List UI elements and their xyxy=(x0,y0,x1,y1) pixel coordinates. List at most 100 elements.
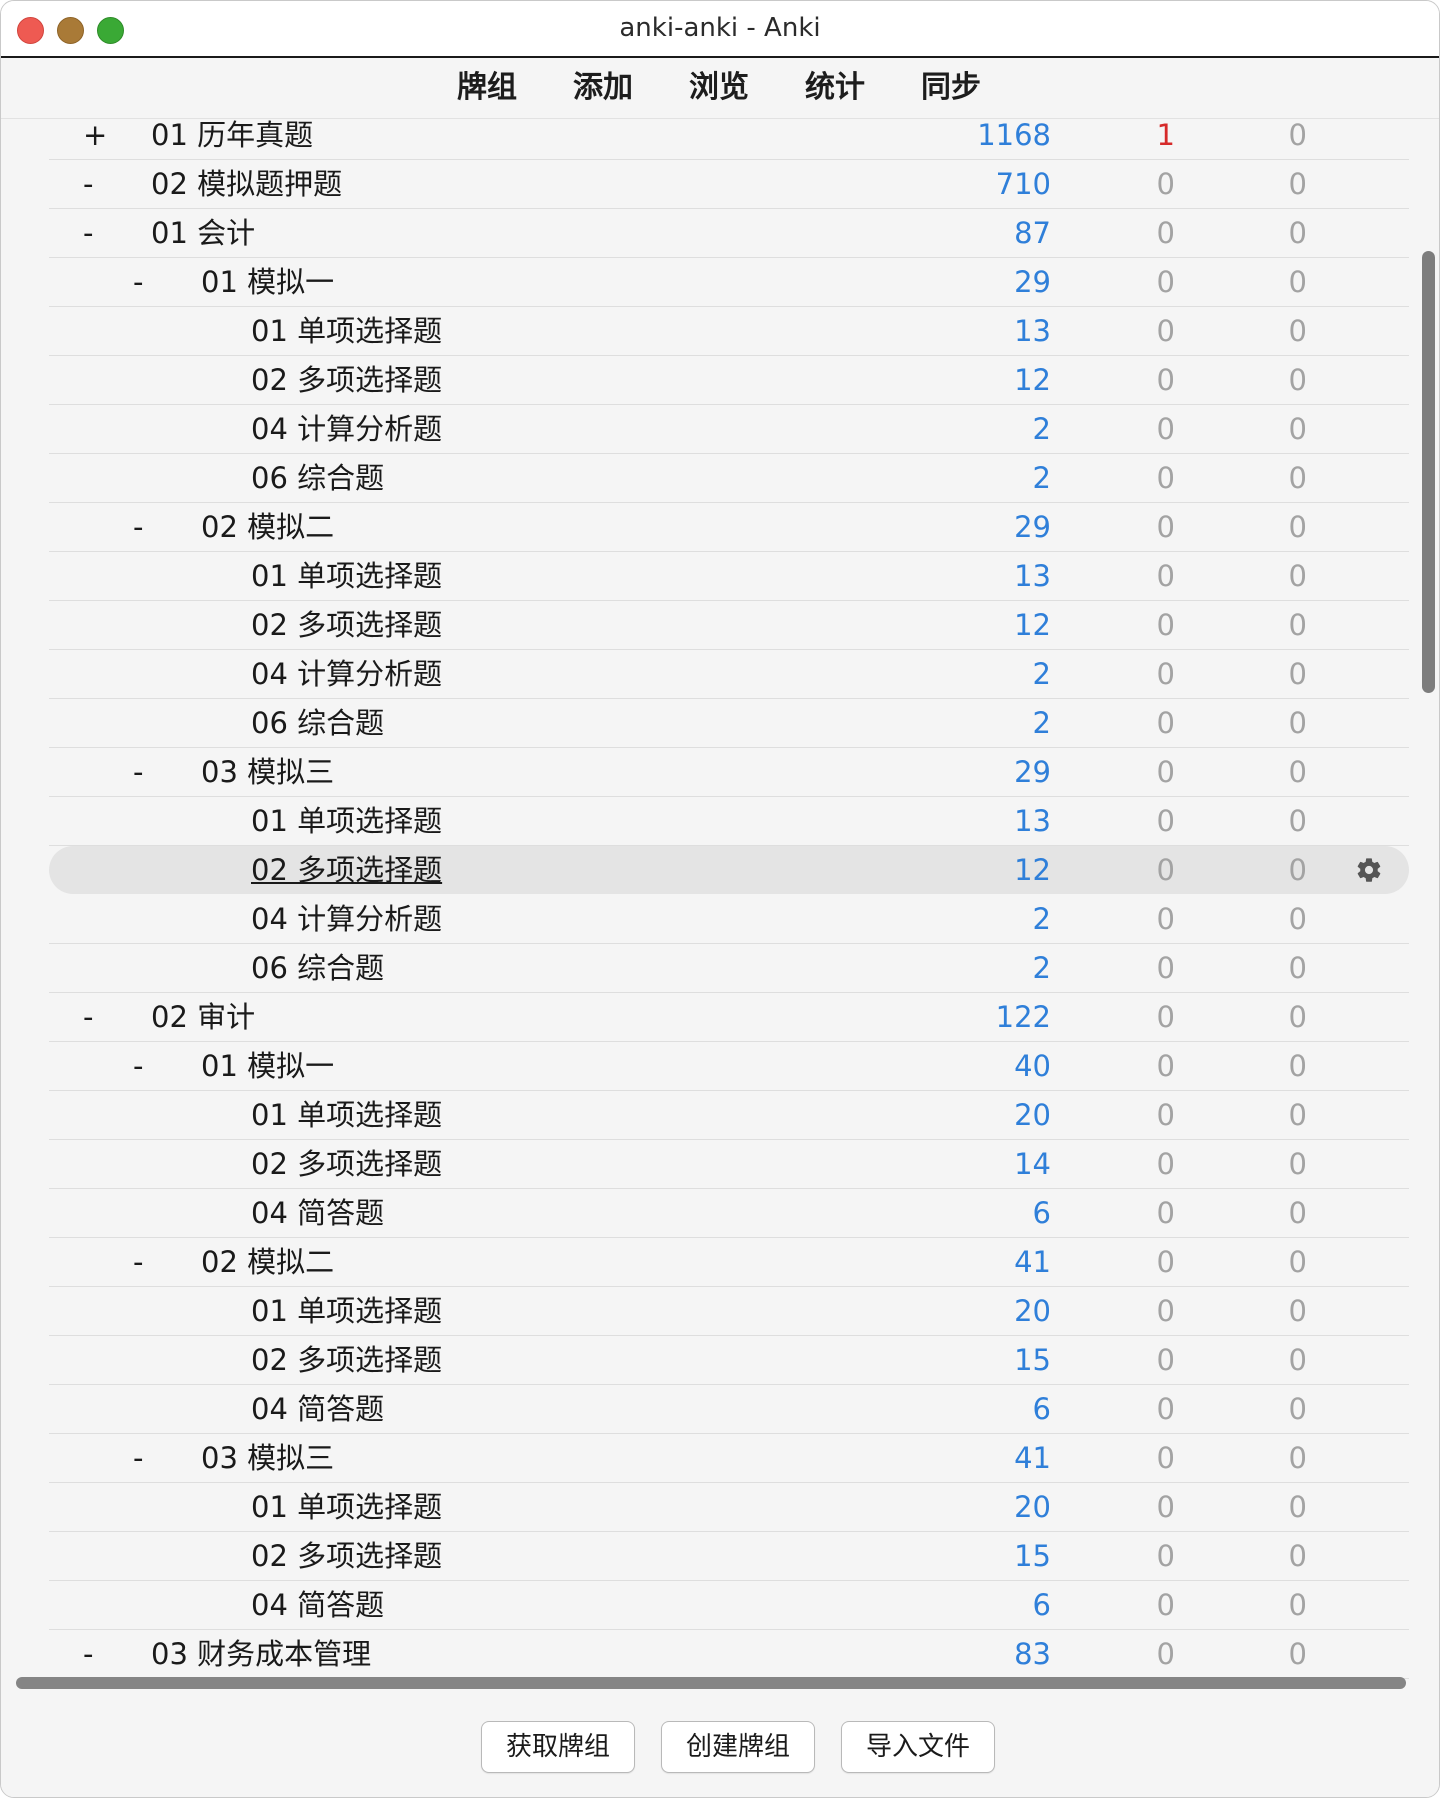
new-count: 15 xyxy=(1014,1539,1051,1573)
deck-name[interactable]: 01 模拟一 xyxy=(201,258,334,306)
deck-name[interactable]: 04 简答题 xyxy=(251,1581,384,1629)
due-count: 0 xyxy=(1288,1196,1307,1230)
deck-row[interactable]: 04 计算分析题 2 0 0 xyxy=(49,405,1409,454)
toolbar-add[interactable]: 添加 xyxy=(573,58,633,118)
deck-name[interactable]: 04 简答题 xyxy=(251,1385,384,1433)
deck-row[interactable]: - 02 模拟二 29 0 0 xyxy=(49,503,1409,552)
deck-row[interactable]: 01 单项选择题 13 0 0 xyxy=(49,797,1409,846)
due-count: 0 xyxy=(1288,1588,1307,1622)
deck-name[interactable]: 02 审计 xyxy=(151,993,255,1041)
deck-name[interactable]: 01 单项选择题 xyxy=(251,1483,442,1531)
collapse-toggle[interactable]: - xyxy=(83,1630,93,1678)
deck-name[interactable]: 01 历年真题 xyxy=(151,119,313,159)
collapse-toggle[interactable]: - xyxy=(133,1434,143,1482)
deck-row-current[interactable]: 02 多项选择题 12 0 0 xyxy=(49,846,1409,894)
deck-name[interactable]: 01 单项选择题 xyxy=(251,1091,442,1139)
learn-count: 0 xyxy=(1156,1000,1175,1034)
deck-name[interactable]: 06 综合题 xyxy=(251,454,384,502)
deck-row[interactable]: 01 单项选择题 13 0 0 xyxy=(49,307,1409,356)
deck-name[interactable]: 04 计算分析题 xyxy=(251,405,442,453)
gear-icon[interactable] xyxy=(1355,856,1383,884)
deck-name[interactable]: 02 多项选择题 xyxy=(251,1532,442,1580)
deck-row[interactable]: - 03 财务成本管理 83 0 0 xyxy=(49,1630,1409,1679)
deck-row[interactable]: 06 综合题 2 0 0 xyxy=(49,454,1409,503)
deck-row[interactable]: 02 多项选择题 15 0 0 xyxy=(49,1336,1409,1385)
anki-window: anki-anki - Anki 牌组 添加 浏览 统计 同步 +01 历年真题… xyxy=(0,0,1440,1798)
expand-toggle[interactable]: + xyxy=(83,119,107,159)
collapse-toggle[interactable]: - xyxy=(83,993,93,1041)
learn-count: 0 xyxy=(1156,1294,1175,1328)
due-count: 0 xyxy=(1288,1343,1307,1377)
deck-row[interactable]: 01 单项选择题 13 0 0 xyxy=(49,552,1409,601)
deck-name[interactable]: 06 综合题 xyxy=(251,699,384,747)
deck-name[interactable]: 03 模拟三 xyxy=(201,1434,334,1482)
deck-name[interactable]: 02 模拟题押题 xyxy=(151,160,342,208)
deck-name[interactable]: 01 单项选择题 xyxy=(251,307,442,355)
deck-name[interactable]: 02 模拟二 xyxy=(201,1238,334,1286)
deck-row[interactable]: 02 多项选择题 12 0 0 xyxy=(49,601,1409,650)
deck-row[interactable]: - 01 会计 87 0 0 xyxy=(49,209,1409,258)
create-deck-button[interactable]: 创建牌组 xyxy=(661,1721,815,1773)
get-shared-decks-button[interactable]: 获取牌组 xyxy=(481,1721,635,1773)
deck-row[interactable]: - 02 模拟题押题 710 0 0 xyxy=(49,160,1409,209)
deck-name[interactable]: 02 多项选择题 xyxy=(251,1336,442,1384)
due-count: 0 xyxy=(1288,1049,1307,1083)
deck-name[interactable]: 02 多项选择题 xyxy=(251,846,442,894)
due-count: 0 xyxy=(1288,510,1307,544)
toolbar-sync[interactable]: 同步 xyxy=(921,58,981,118)
deck-row[interactable]: - 02 模拟二 41 0 0 xyxy=(49,1238,1409,1287)
deck-name[interactable]: 01 模拟一 xyxy=(201,1042,334,1090)
collapse-toggle[interactable]: - xyxy=(83,209,93,257)
toolbar-decks[interactable]: 牌组 xyxy=(457,58,517,118)
deck-row[interactable]: 01 单项选择题 20 0 0 xyxy=(49,1091,1409,1140)
due-count: 0 xyxy=(1288,559,1307,593)
deck-name[interactable]: 03 财务成本管理 xyxy=(151,1630,371,1678)
horizontal-scrollbar[interactable] xyxy=(16,1677,1406,1689)
deck-name[interactable]: 04 简答题 xyxy=(251,1189,384,1237)
deck-row[interactable]: 06 综合题 2 0 0 xyxy=(49,699,1409,748)
vertical-scrollbar[interactable] xyxy=(1422,251,1435,693)
collapse-toggle[interactable]: - xyxy=(133,503,143,551)
collapse-toggle[interactable]: - xyxy=(83,160,93,208)
collapse-toggle[interactable]: - xyxy=(133,1042,143,1090)
deck-row[interactable]: - 02 审计 122 0 0 xyxy=(49,993,1409,1042)
learn-count: 0 xyxy=(1156,265,1175,299)
learn-count: 0 xyxy=(1156,902,1175,936)
deck-row[interactable]: 02 多项选择题 12 0 0 xyxy=(49,356,1409,405)
deck-name[interactable]: 06 综合题 xyxy=(251,944,384,992)
learn-count: 0 xyxy=(1156,657,1175,691)
deck-row[interactable]: 06 综合题 2 0 0 xyxy=(49,944,1409,993)
deck-name[interactable]: 02 多项选择题 xyxy=(251,356,442,404)
deck-name[interactable]: 04 计算分析题 xyxy=(251,650,442,698)
collapse-toggle[interactable]: - xyxy=(133,748,143,796)
deck-name[interactable]: 03 模拟三 xyxy=(201,748,334,796)
deck-name[interactable]: 01 单项选择题 xyxy=(251,797,442,845)
deck-name[interactable]: 04 计算分析题 xyxy=(251,895,442,943)
deck-row[interactable]: 01 单项选择题 20 0 0 xyxy=(49,1287,1409,1336)
deck-name[interactable]: 02 多项选择题 xyxy=(251,601,442,649)
deck-name[interactable]: 02 模拟二 xyxy=(201,503,334,551)
toolbar-stats[interactable]: 统计 xyxy=(805,58,865,118)
deck-row[interactable]: 04 简答题 6 0 0 xyxy=(49,1581,1409,1630)
collapse-toggle[interactable]: - xyxy=(133,258,143,306)
deck-name[interactable]: 01 会计 xyxy=(151,209,255,257)
deck-row[interactable]: 01 单项选择题 20 0 0 xyxy=(49,1483,1409,1532)
toolbar-browse[interactable]: 浏览 xyxy=(689,58,749,118)
deck-row[interactable]: - 01 模拟一 40 0 0 xyxy=(49,1042,1409,1091)
new-count: 12 xyxy=(1014,363,1051,397)
deck-name[interactable]: 01 单项选择题 xyxy=(251,1287,442,1335)
deck-row[interactable]: - 01 模拟一 29 0 0 xyxy=(49,258,1409,307)
deck-name[interactable]: 01 单项选择题 xyxy=(251,552,442,600)
deck-row[interactable]: - 03 模拟三 41 0 0 xyxy=(49,1434,1409,1483)
collapse-toggle[interactable]: - xyxy=(133,1238,143,1286)
deck-row[interactable]: 02 多项选择题 15 0 0 xyxy=(49,1532,1409,1581)
deck-row[interactable]: 04 简答题 6 0 0 xyxy=(49,1189,1409,1238)
deck-row[interactable]: 04 计算分析题 2 0 0 xyxy=(49,895,1409,944)
deck-row[interactable]: 04 计算分析题 2 0 0 xyxy=(49,650,1409,699)
deck-row[interactable]: - 03 模拟三 29 0 0 xyxy=(49,748,1409,797)
deck-row[interactable]: 02 多项选择题 14 0 0 xyxy=(49,1140,1409,1189)
import-file-button[interactable]: 导入文件 xyxy=(841,1721,995,1773)
deck-row[interactable]: +01 历年真题 1168 1 0 xyxy=(49,119,1409,160)
deck-row[interactable]: 04 简答题 6 0 0 xyxy=(49,1385,1409,1434)
deck-name[interactable]: 02 多项选择题 xyxy=(251,1140,442,1188)
